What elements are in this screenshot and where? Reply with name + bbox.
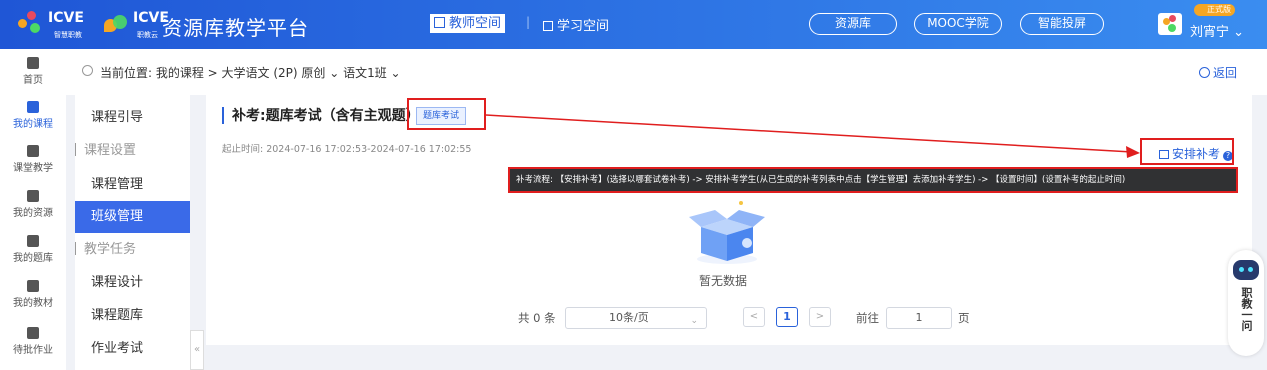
prev-page-button[interactable]: < bbox=[743, 307, 765, 327]
page-size-value: 10条/页 bbox=[609, 311, 649, 324]
teacher-space-icon bbox=[434, 17, 445, 28]
pager-total: 共 0 条 bbox=[518, 311, 556, 325]
version-badge: 正式版 bbox=[1194, 4, 1235, 16]
chevron-down-icon: ⌄ bbox=[690, 316, 698, 326]
collapse-menu-button[interactable]: « bbox=[190, 330, 204, 370]
assistant-label: 职教一问 bbox=[1240, 287, 1253, 331]
annotation-box-arrange bbox=[1140, 138, 1234, 165]
chevron-left-icon: < bbox=[749, 311, 759, 322]
back-icon bbox=[1198, 67, 1210, 78]
nav-classroom[interactable]: 课堂教学 bbox=[0, 145, 66, 174]
makeup-process-tooltip: 补考流程: 【安排补考】(选择以哪套试卷补考) -> 安排补考学生(从已生成的补… bbox=[508, 167, 1238, 193]
nav-textbooks-label: 我的教材 bbox=[13, 298, 53, 309]
annotation-arrow-line bbox=[485, 114, 1133, 153]
zjy-logo-icon[interactable] bbox=[104, 13, 130, 35]
home-icon bbox=[27, 57, 39, 69]
icve-logo-icon[interactable] bbox=[18, 11, 42, 37]
menu-homework-exam[interactable]: 作业考试 bbox=[75, 333, 190, 365]
library-icon bbox=[27, 190, 39, 202]
assistant-float-button[interactable]: 职教一问 bbox=[1228, 250, 1264, 356]
textbook-icon bbox=[27, 280, 39, 292]
nav-homework-label: 待批作业 bbox=[13, 345, 53, 356]
book-icon bbox=[27, 101, 39, 113]
resource-library-button[interactable]: 资源库 bbox=[809, 13, 897, 35]
empty-box-icon bbox=[689, 201, 765, 264]
nav-homework[interactable]: 待批作业 bbox=[0, 327, 66, 356]
menu-course-guide[interactable]: 课程引导 bbox=[75, 102, 190, 134]
brand1-name: ICVE bbox=[48, 10, 84, 26]
course-side-menu: 课程引导 课程设置 课程管理 班级管理 教学任务 课程设计 课程题库 作业考试 bbox=[75, 95, 190, 370]
breadcrumb-text[interactable]: 当前位置: 我的课程 > 大学语文 (2P) 原创 ⌄ 语文1班 ⌄ bbox=[100, 64, 401, 81]
exam-time-range: 起止时间: 2024-07-16 17:02:53-2024-07-16 17:… bbox=[222, 144, 472, 155]
breadcrumb: 当前位置: 我的课程 > 大学语文 (2P) 原创 ⌄ 语文1班 ⌄ 返回 bbox=[66, 49, 1267, 95]
brand1-subtitle: 智慧职教 bbox=[54, 31, 82, 39]
learn-space-tab[interactable]: 学习空间 bbox=[543, 15, 609, 34]
nav-my-courses[interactable]: 我的课程 bbox=[0, 101, 66, 130]
page-title: 补考:题库考试（含有主观题） bbox=[232, 108, 420, 124]
back-label: 返回 bbox=[1212, 66, 1237, 80]
goto-label: 前往 bbox=[856, 311, 879, 325]
menu-group-course-settings: 课程设置 bbox=[75, 135, 190, 167]
menu-course-management[interactable]: 课程管理 bbox=[75, 169, 190, 201]
back-button[interactable]: 返回 bbox=[1198, 64, 1237, 81]
page-size-select[interactable]: 10条/页 ⌄ bbox=[565, 307, 707, 329]
platform-title: 资源库教学平台 bbox=[162, 16, 309, 40]
menu-group-teaching-tasks: 教学任务 bbox=[75, 234, 190, 266]
user-name-menu[interactable]: 刘宵宁 ⌄ bbox=[1190, 21, 1244, 40]
next-page-button[interactable]: > bbox=[809, 307, 831, 327]
nav-textbooks[interactable]: 我的教材 bbox=[0, 280, 66, 309]
menu-group-course-settings-label: 课程设置 bbox=[84, 143, 137, 158]
left-icon-nav: 首页 我的课程 课堂教学 我的资源 我的题库 我的教材 待批作业 bbox=[0, 49, 66, 370]
question-bank-icon bbox=[27, 235, 39, 247]
learn-space-label: 学习空间 bbox=[557, 19, 610, 34]
learn-space-icon bbox=[543, 21, 553, 31]
menu-course-question-bank[interactable]: 课程题库 bbox=[75, 300, 190, 332]
nav-my-resources[interactable]: 我的资源 bbox=[0, 190, 66, 219]
menu-group-teaching-tasks-label: 教学任务 bbox=[84, 242, 137, 257]
nav-question-bank-label: 我的题库 bbox=[13, 253, 53, 264]
empty-state-text: 暂无数据 bbox=[699, 274, 748, 288]
annotation-box-tag bbox=[407, 98, 486, 130]
mooc-button[interactable]: MOOC学院 bbox=[914, 13, 1002, 35]
nav-my-resources-label: 我的资源 bbox=[13, 208, 53, 219]
goto-page-input[interactable]: 1 bbox=[886, 307, 952, 329]
nav-home[interactable]: 首页 bbox=[0, 57, 66, 86]
nav-classroom-label: 课堂教学 bbox=[13, 163, 53, 174]
nav-question-bank[interactable]: 我的题库 bbox=[0, 235, 66, 264]
page-unit-label: 页 bbox=[958, 311, 970, 325]
avatar[interactable] bbox=[1158, 13, 1182, 35]
top-header: ICVE 智慧职教 ICVE 职教云 资源库教学平台 教师空间 | 学习空间 资… bbox=[0, 0, 1267, 49]
page-number-1[interactable]: 1 bbox=[776, 307, 798, 327]
menu-class-management[interactable]: 班级管理 bbox=[75, 201, 190, 233]
annotation-arrow-head bbox=[1126, 146, 1140, 158]
space-separator: | bbox=[526, 15, 531, 29]
menu-course-design[interactable]: 课程设计 bbox=[75, 267, 190, 299]
teacher-space-tab[interactable]: 教师空间 bbox=[430, 14, 506, 33]
play-icon bbox=[27, 145, 39, 157]
homework-icon bbox=[27, 327, 39, 339]
brand2-subtitle: 职教云 bbox=[137, 31, 158, 39]
location-pin-icon bbox=[82, 65, 93, 76]
chevron-right-icon: > bbox=[815, 311, 825, 322]
teacher-space-label: 教师空间 bbox=[449, 16, 502, 31]
nav-my-courses-label: 我的课程 bbox=[13, 119, 53, 130]
robot-icon bbox=[1233, 260, 1259, 280]
main-panel: 补考:题库考试（含有主观题） 题库考试 起止时间: 2024-07-16 17:… bbox=[206, 95, 1252, 345]
title-accent-bar bbox=[222, 107, 224, 124]
smart-cast-button[interactable]: 智能投屏 bbox=[1020, 13, 1104, 35]
nav-home-label: 首页 bbox=[23, 75, 43, 86]
